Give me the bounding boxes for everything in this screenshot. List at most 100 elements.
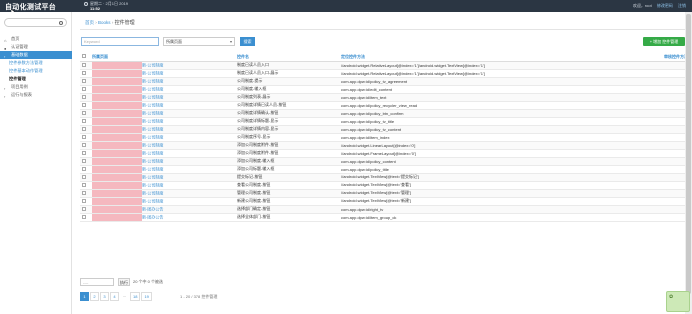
page-link[interactable]: 新-公司制度 [142, 150, 163, 155]
column-header-locator[interactable]: 定位控件方法 [339, 53, 599, 62]
sidebar-item-controls[interactable]: 控件管理 [0, 75, 72, 83]
scrollbar-thumb[interactable] [686, 14, 691, 294]
page-button[interactable]: 3 [100, 292, 109, 301]
row-checkbox[interactable] [82, 118, 86, 123]
page-button[interactable]: 19 [141, 292, 152, 301]
table-row[interactable]: 新-团办公告 选择全体部门-按钮 com.app.dpw:id/item_group… [80, 213, 692, 222]
table-row[interactable]: 新-公司制度 查看公司制度-按钮//android.widget.TextView… [80, 181, 692, 190]
column-header-audit[interactable]: 审核控件方法 [599, 53, 692, 62]
row-select-cell [80, 205, 90, 214]
page-link[interactable]: 新-公司制度 [142, 110, 163, 115]
sidebar-search-input[interactable] [4, 18, 67, 27]
page-scrollbar[interactable] [685, 12, 692, 314]
sidebar: ⌂ 首页 ● 认证管理 › 基础数据 控件参数方法管理 控件基本动作管理 控件管理 ›… [0, 12, 72, 314]
row-checkbox[interactable] [82, 214, 86, 219]
page-link[interactable]: 新-公司制度 [142, 118, 163, 123]
select-all-checkbox[interactable] [82, 54, 86, 59]
page-link[interactable]: 新-公司制度 [142, 182, 163, 187]
table-row[interactable]: 新-公司制度 公司制度详情标题-显示 com.app.dpw:id/policy_t… [80, 117, 692, 126]
row-checkbox[interactable] [82, 134, 86, 139]
row-checkbox[interactable] [82, 190, 86, 195]
row-checkbox[interactable] [82, 150, 86, 155]
table-row[interactable]: 新-团办公告 选择部门确定-按钮 com.app.dpw:id/right_tv [80, 205, 692, 214]
breadcrumb-home[interactable]: 首页 [85, 20, 94, 25]
table-row[interactable]: 新-公司制度 添加公司制度附件-按钮//android.widget.Linear… [80, 141, 692, 150]
page-link[interactable]: 新-团办公告 [142, 214, 163, 219]
sidebar-item-param-methods[interactable]: 控件参数方法管理 [0, 59, 72, 67]
table-row[interactable]: 新-公司制度 公司制度-输入框 com.app.dpw:id/edit_conten… [80, 85, 692, 94]
page-link[interactable]: 新-公司制度 [142, 86, 163, 91]
page-filter-select[interactable]: 所属页面 ▾ [163, 37, 235, 46]
table-row[interactable]: 新-公司制度 公司制度-提示 com.app.dpw:id/policy_tv_ag… [80, 77, 692, 86]
sidebar-item-home[interactable]: ⌂ 首页 [0, 35, 72, 43]
table-row[interactable]: 新-公司制度 提交标记-按钮//android.widget.TextView[@… [80, 173, 692, 182]
table-row[interactable]: 新-公司制度 添加公司制度-输入框 com.app.dpw:id/policy_co… [80, 157, 692, 166]
row-checkbox[interactable] [82, 182, 86, 187]
page-link[interactable]: 新-公司制度 [142, 190, 163, 195]
add-control-button[interactable]: + 增加 控件管理 [643, 37, 685, 46]
row-checkbox[interactable] [82, 94, 86, 99]
table-row[interactable]: 新-公司制度 新建公司制度-按钮//android.widget.TextView… [80, 197, 692, 206]
page-button[interactable]: 2 [90, 292, 99, 301]
row-checkbox[interactable] [82, 158, 86, 163]
page-button[interactable]: 1 [80, 292, 89, 301]
table-row[interactable]: 新-公司制度 公司制度列表-展示 com.app.dpw:id/item_text [80, 93, 692, 102]
row-checkbox[interactable] [82, 62, 86, 67]
row-checkbox[interactable] [82, 102, 86, 107]
table-row[interactable]: 新-公司制度 公司制度详情确认-按钮 com.app.dpw:id/policy_b… [80, 109, 692, 118]
page-link[interactable]: 新-公司制度 [142, 142, 163, 147]
row-checkbox[interactable] [82, 142, 86, 147]
page-link[interactable]: 新-公司制度 [142, 134, 163, 139]
page-link[interactable]: 新-团办公告 [142, 206, 163, 211]
search-button[interactable]: 搜索 [240, 37, 255, 46]
page-link[interactable]: 新-公司制度 [142, 174, 163, 179]
table-row[interactable]: 新-公司制度 添加公司标题-输入框 com.app.dpw:id/policy_ti… [80, 165, 692, 174]
row-checkbox[interactable] [82, 198, 86, 203]
sidebar-item-project-cases[interactable]: › 项目用例 [0, 83, 72, 91]
row-checkbox[interactable] [82, 126, 86, 131]
table-row[interactable]: 新-公司制度 管理公司制度-按钮//android.widget.TextView… [80, 189, 692, 198]
sidebar-item-auth[interactable]: ● 认证管理 [0, 43, 72, 51]
page-button[interactable]: 4 [110, 292, 119, 301]
breadcrumb-books[interactable]: Books [98, 20, 111, 25]
page-link[interactable]: 新-公司制度 [142, 126, 163, 131]
row-checkbox[interactable] [82, 86, 86, 91]
page-link[interactable]: 新-公司制度 [142, 158, 163, 163]
table-row[interactable]: 新-公司制度 公司制度详情已读人员-按钮 com.app.dpw:id/policy… [80, 101, 692, 110]
control-name-cell: 公司制度详情已读人员-按钮 [235, 101, 339, 110]
page-button[interactable]: 18 [130, 292, 141, 301]
page-link[interactable]: 新-公司制度 [142, 94, 163, 99]
sidebar-item-run-reports[interactable]: › 运行与报表 [0, 91, 72, 99]
main-content: 首页 › Books › 控件管理 Keyword 所属页面 ▾ 搜索 + 增加… [72, 12, 692, 314]
page-link[interactable]: 新-公司制度 [142, 166, 163, 171]
column-header-page[interactable]: 所属页面 [90, 53, 235, 62]
row-checkbox[interactable] [82, 206, 86, 211]
sidebar-item-basic-data[interactable]: › 基础数据 [0, 51, 72, 59]
row-checkbox[interactable] [82, 110, 86, 115]
page-link[interactable]: 新-公司制度 [142, 70, 163, 75]
column-header-name[interactable]: 控件名 [235, 53, 339, 62]
table-row[interactable]: 新-公司制度 制度已读人员入口//android.widget.RelativeL… [80, 61, 692, 70]
audit-cell [599, 213, 692, 222]
sidebar-item-basic-actions[interactable]: 控件基本动作管理 [0, 67, 72, 75]
execute-button[interactable]: 执行 [118, 278, 130, 286]
table-row[interactable]: 新-公司制度 公司制度序号-显示 com.app.dpw:id/item_index [80, 133, 692, 142]
row-checkbox[interactable] [82, 174, 86, 179]
row-checkbox[interactable] [82, 70, 86, 75]
page-link[interactable]: 新-公司制度 [142, 102, 163, 107]
page-link[interactable]: 新-公司制度 [142, 78, 163, 83]
bulk-action-select[interactable]: ---- [80, 278, 114, 286]
page-link[interactable]: 新-公司制度 [142, 198, 163, 203]
row-checkbox[interactable] [82, 166, 86, 171]
page-cell: 新-团办公告 [90, 205, 235, 214]
floating-widget[interactable]: ✿ [666, 291, 690, 312]
page-link[interactable]: 新-公司制度 [142, 62, 163, 67]
keyword-input[interactable]: Keyword [81, 37, 159, 46]
table-row[interactable]: 新-公司制度 公司制度详情内容-显示 com.app.dpw:id/policy_t… [80, 125, 692, 134]
row-checkbox[interactable] [82, 78, 86, 83]
table-row[interactable]: 新-公司制度 制度已读人员入口-展示//android.widget.Relati… [80, 69, 692, 78]
logout-link[interactable]: 注销 [678, 3, 686, 8]
change-password-link[interactable]: 修改密码 [657, 3, 673, 8]
row-select-cell [80, 125, 90, 134]
table-row[interactable]: 新-公司制度 添加公司制度附件-按钮//android.widget.FrameL… [80, 149, 692, 158]
